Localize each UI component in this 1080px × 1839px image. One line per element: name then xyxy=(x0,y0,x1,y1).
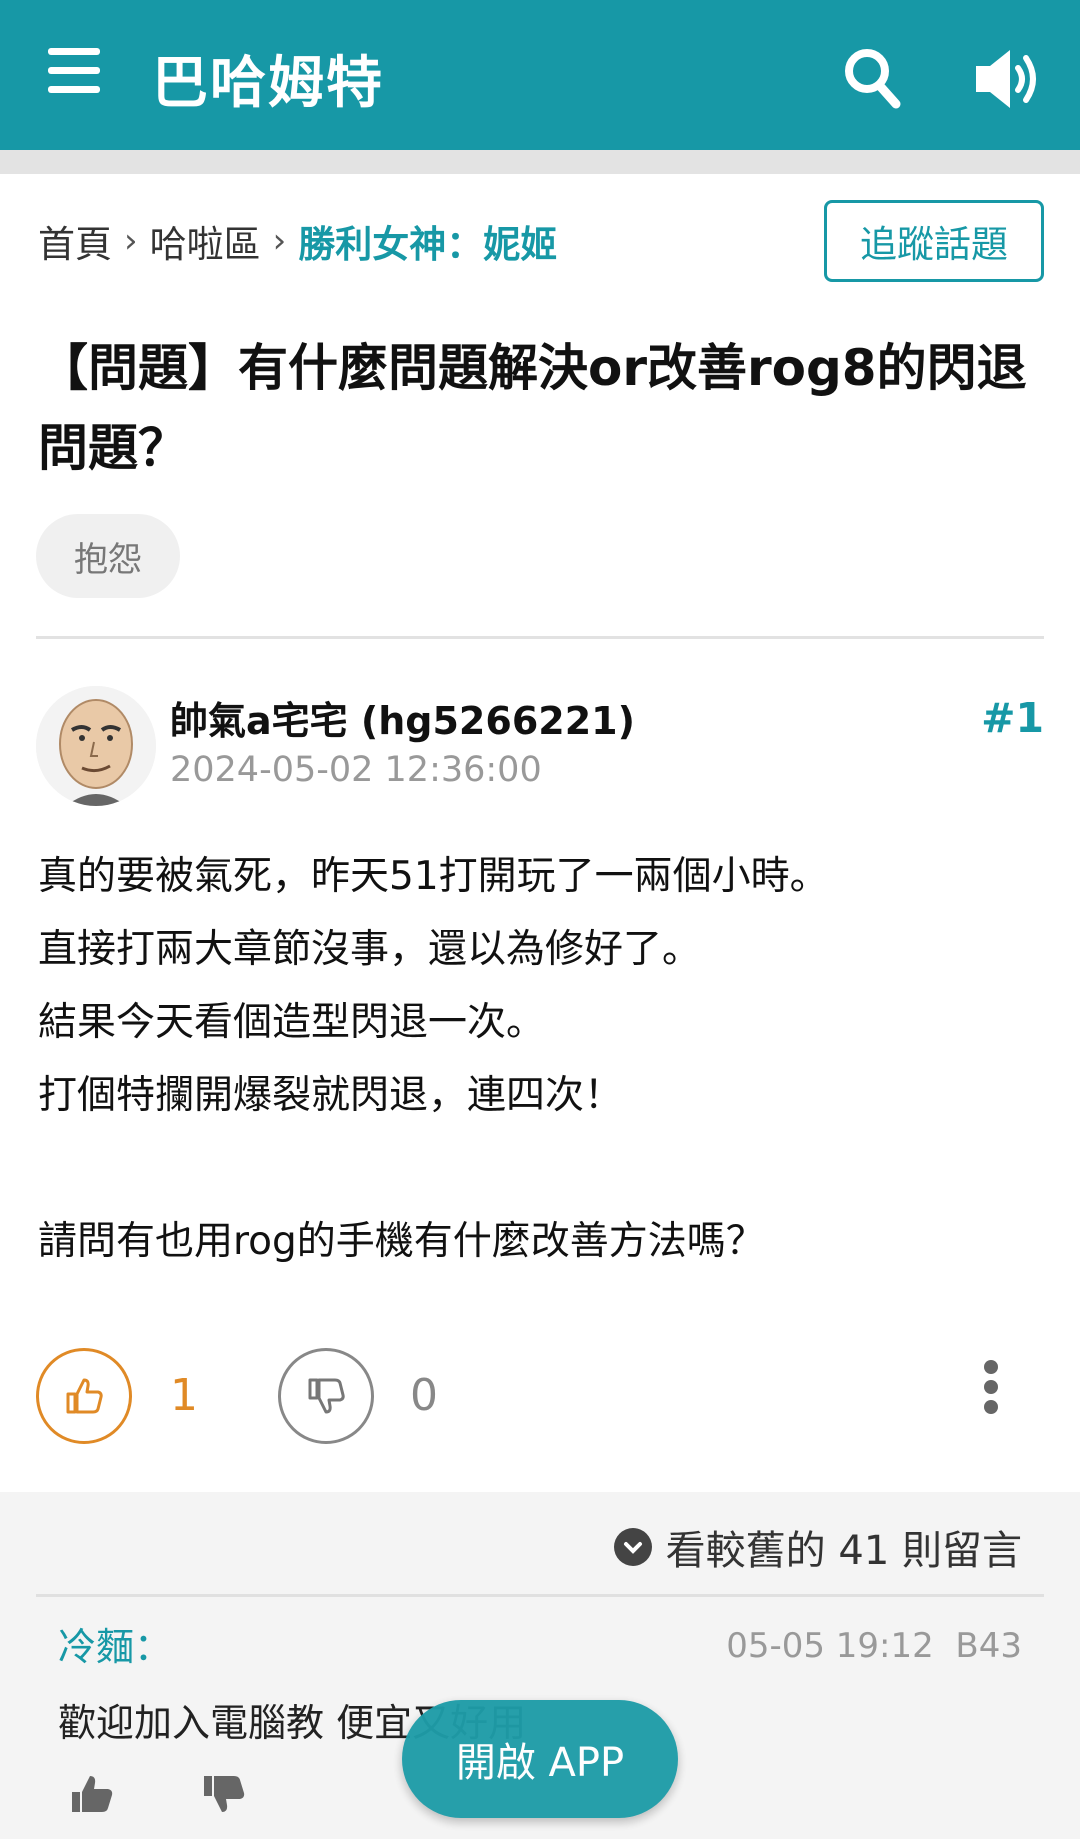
search-icon[interactable] xyxy=(842,46,902,110)
thumbs-down-icon xyxy=(308,1378,345,1414)
like-button[interactable] xyxy=(36,1348,132,1444)
comment-meta: 05-05 19:12 B43 xyxy=(726,1626,1022,1666)
breadcrumb-board[interactable]: 哈啦區 xyxy=(150,214,261,268)
open-app-button[interactable]: 開啟 APP xyxy=(402,1700,678,1818)
dislike-count: 0 xyxy=(410,1370,438,1421)
site-title[interactable]: 巴哈姆特 xyxy=(152,38,384,119)
header-divider xyxy=(0,150,1080,174)
more-options-icon[interactable] xyxy=(980,1360,1002,1416)
comments-divider xyxy=(36,1594,1044,1597)
breadcrumb-current[interactable]: 勝利女神：妮姬 xyxy=(298,214,557,268)
menu-icon[interactable] xyxy=(48,48,100,93)
content-line: 直接打兩大章節沒事，還以為修好了。 xyxy=(38,927,702,972)
content-line: 打個特攔開爆裂就閃退，連四次！ xyxy=(38,1073,624,1118)
chevron-down-icon xyxy=(613,1528,652,1566)
show-older-comments-button[interactable]: 看較舊的 41 則留言 xyxy=(613,1518,1022,1576)
breadcrumb: 首頁 › 哈啦區 › 勝利女神：妮姬 xyxy=(38,214,557,268)
section-divider xyxy=(36,636,1044,639)
content-line: 結果今天看個造型閃退一次。 xyxy=(38,1000,546,1045)
speaker-icon[interactable] xyxy=(972,44,1046,114)
post-tag[interactable]: 抱怨 xyxy=(36,514,180,598)
thumbs-up-icon xyxy=(66,1378,103,1414)
post-content: 真的要被氣死，昨天51打開玩了一兩個小時。 直接打兩大章節沒事，還以為修好了。 … xyxy=(38,840,829,1278)
post-author[interactable]: 帥氣a宅宅 (hg5266221) xyxy=(170,690,635,745)
content-line: 請問有也用rog的手機有什麼改善方法嗎？ xyxy=(38,1219,765,1264)
comment-floor: B43 xyxy=(955,1626,1022,1666)
comment-like-icon[interactable] xyxy=(68,1772,116,1816)
avatar[interactable] xyxy=(36,686,156,806)
chevron-right-icon: › xyxy=(124,221,138,261)
comment-time: 05-05 19:12 xyxy=(726,1626,934,1666)
show-older-comments-label: 看較舊的 41 則留言 xyxy=(665,1528,1022,1574)
dislike-button[interactable] xyxy=(278,1348,374,1444)
chevron-right-icon: › xyxy=(272,221,287,261)
breadcrumb-home[interactable]: 首頁 xyxy=(38,214,112,268)
comment-user[interactable]: 冷麵： xyxy=(58,1616,172,1671)
post-floor: #1 xyxy=(981,694,1044,742)
post-time: 2024-05-02 12:36:00 xyxy=(170,750,542,790)
follow-topic-button[interactable]: 追蹤話題 xyxy=(824,200,1044,282)
post-title: 【問題】有什麼問題解決or改善rog8的閃退問題？ xyxy=(38,339,1027,477)
comment-dislike-icon[interactable] xyxy=(200,1772,248,1816)
top-app-bar: 巴哈姆特 xyxy=(0,0,1080,150)
content-line xyxy=(38,1132,829,1205)
content-line: 真的要被氣死，昨天51打開玩了一兩個小時。 xyxy=(38,854,829,899)
like-count: 1 xyxy=(170,1370,198,1421)
